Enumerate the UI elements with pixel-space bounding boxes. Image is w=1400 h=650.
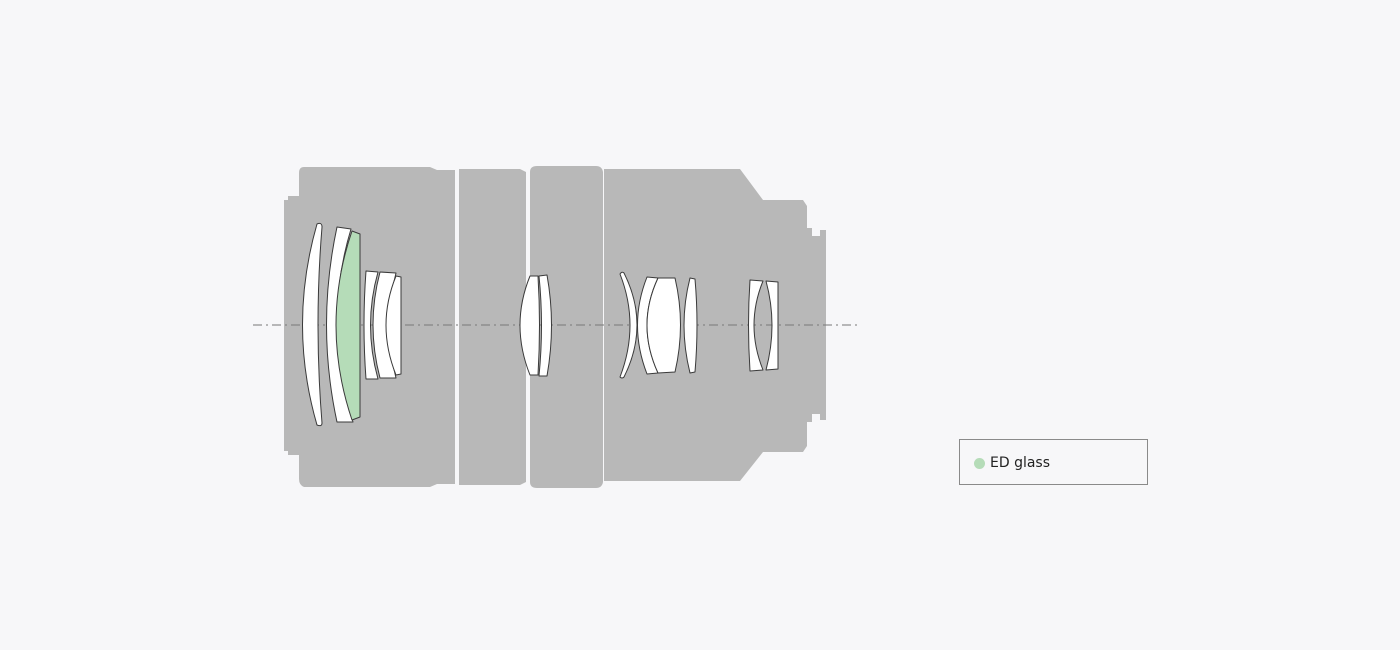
legend-box: ED glass [959, 439, 1148, 485]
lens-construction-diagram [253, 166, 858, 488]
legend-label-ed-glass: ED glass [990, 455, 1051, 471]
ed-glass-swatch-icon [974, 458, 985, 469]
barrel-zoom-section [459, 169, 526, 485]
barrel-focus-section [530, 166, 603, 488]
lens-element-11 [646, 277, 681, 374]
